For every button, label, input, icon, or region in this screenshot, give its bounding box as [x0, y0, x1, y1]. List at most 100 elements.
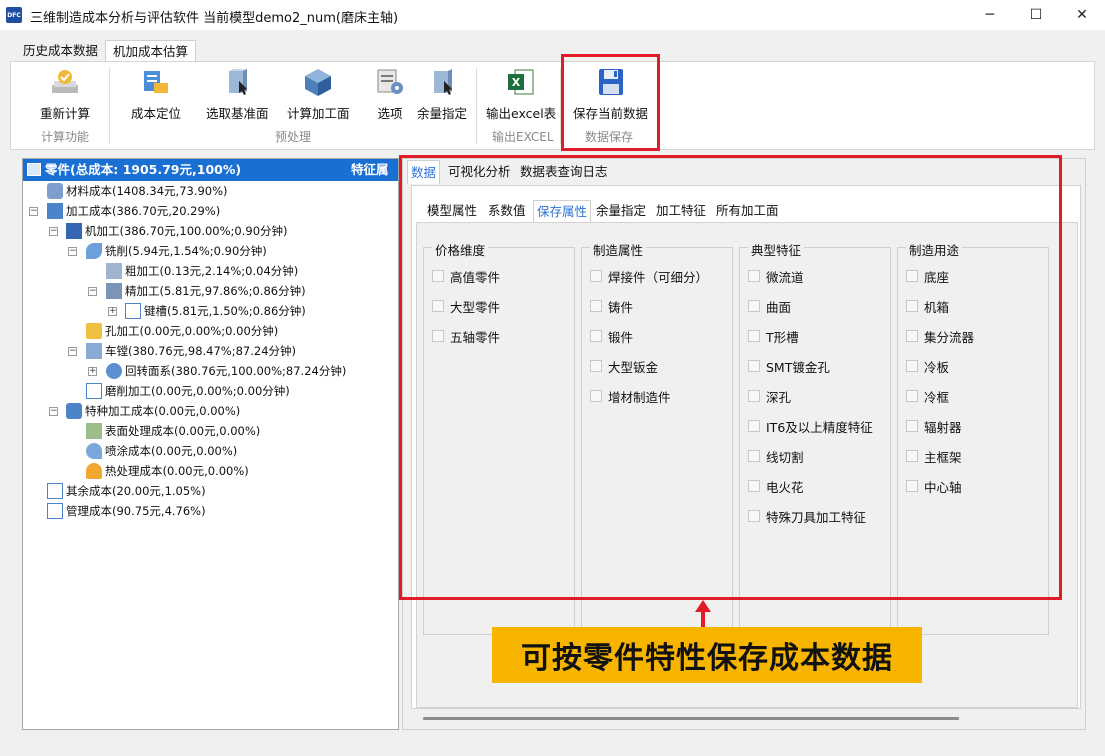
- finish-icon: [106, 283, 122, 299]
- title-bar: DFC 三维制造成本分析与评估软件 当前模型demo2_num(磨床主轴) ─ …: [0, 0, 1105, 30]
- cost-locate-button[interactable]: 成本定位: [131, 66, 181, 122]
- tree-item-label: 孔加工(0.00元,0.00%;0.00分钟): [105, 324, 279, 338]
- tree-item-processing[interactable]: 加工成本(386.70元,20.29%): [47, 201, 220, 221]
- options-icon: [373, 66, 407, 97]
- compute-faces-icon: [301, 66, 335, 97]
- tree-item-material[interactable]: 材料成本(1408.34元,73.90%): [47, 181, 228, 201]
- tree-root-label: 零件(总成本: 1905.79元,100%): [45, 162, 242, 177]
- tree-root[interactable]: 零件(总成本: 1905.79元,100%) 特征属: [23, 159, 398, 181]
- grinding-icon: [86, 383, 102, 399]
- ribbon-divider: [476, 68, 477, 144]
- tree-item-label: 特种加工成本(0.00元,0.00%): [85, 404, 241, 418]
- tree-item-heat[interactable]: 热处理成本(0.00元,0.00%): [86, 461, 249, 481]
- processing-icon: [47, 203, 63, 219]
- tree-item-label: 车镗(380.76元,98.47%;87.24分钟): [105, 344, 297, 358]
- group-calc-label: 计算功能: [41, 130, 90, 144]
- minimize-button[interactable]: ─: [967, 0, 1013, 30]
- annotation-callout: 可按零件特性保存成本数据: [492, 627, 922, 683]
- tree-item-management[interactable]: 管理成本(90.75元,4.76%): [47, 501, 206, 521]
- turning-icon: [86, 343, 102, 359]
- tree-item-label: 磨削加工(0.00元,0.00%;0.00分钟): [105, 384, 290, 398]
- tree-item-other[interactable]: 其余成本(20.00元,1.05%): [47, 481, 206, 501]
- group-export-label: 输出EXCEL: [492, 130, 554, 144]
- material-icon: [47, 183, 63, 199]
- tree-item-label: 机加工(386.70元,100.00%;0.90分钟): [85, 224, 288, 238]
- group-preprocess-label: 预处理: [275, 130, 312, 144]
- other-cost-icon: [47, 483, 63, 499]
- tree-item-rotary[interactable]: 回转面系(380.76元,100.00%;87.24分钟): [106, 361, 346, 381]
- cost-locate-label: 成本定位: [131, 106, 182, 121]
- surface-icon: [86, 423, 102, 439]
- maximize-button[interactable]: ☐: [1013, 0, 1059, 30]
- recalculate-button[interactable]: 重新计算: [40, 66, 90, 122]
- tree-item-drilling[interactable]: 孔加工(0.00元,0.00%;0.00分钟): [86, 321, 278, 341]
- tab-machining-estimate[interactable]: 机加成本估算: [105, 40, 197, 62]
- ribbon-divider: [109, 68, 110, 144]
- tree-item-spray[interactable]: 喷涂成本(0.00元,0.00%): [86, 441, 237, 461]
- tree-item-label: 回转面系(380.76元,100.00%;87.24分钟): [125, 364, 347, 378]
- horizontal-scrollbar[interactable]: [409, 711, 1081, 725]
- tree-item-turning[interactable]: 车镗(380.76元,98.47%;87.24分钟): [86, 341, 296, 361]
- tree-item-label: 热处理成本(0.00元,0.00%): [105, 464, 249, 478]
- tree-item-label: 精加工(5.81元,97.86%;0.86分钟): [125, 284, 306, 298]
- window-title: 三维制造成本分析与评估软件 当前模型demo2_num(磨床主轴): [30, 11, 399, 26]
- ribbon-tab-bar: 历史成本数据 机加成本估算: [0, 40, 1105, 62]
- compute-faces-button[interactable]: 计算加工面: [287, 66, 350, 122]
- tree-item-machining[interactable]: 机加工(386.70元,100.00%;0.90分钟): [66, 221, 288, 241]
- excel-icon: X: [504, 66, 538, 97]
- tree-item-milling[interactable]: 铣削(5.94元,1.54%;0.90分钟): [86, 241, 267, 261]
- close-button[interactable]: ✕: [1059, 0, 1105, 30]
- collapse-toggle[interactable]: −: [49, 227, 58, 236]
- tree-item-label: 粗加工(0.13元,2.14%;0.04分钟): [125, 264, 299, 278]
- options-label: 选项: [377, 106, 403, 121]
- allowance-label: 余量指定: [417, 106, 468, 121]
- tree-item-label: 铣削(5.94元,1.54%;0.90分钟): [105, 244, 267, 258]
- rough-icon: [106, 263, 122, 279]
- heat-icon: [86, 463, 102, 479]
- tree-item-keyway[interactable]: 键槽(5.81元,1.50%;0.86分钟): [125, 301, 306, 321]
- app-logo-icon: DFC: [6, 7, 22, 23]
- tree-item-label: 表面处理成本(0.00元,0.00%): [105, 424, 261, 438]
- export-excel-button[interactable]: X 输出excel表: [486, 66, 556, 122]
- compute-faces-label: 计算加工面: [287, 106, 350, 121]
- cost-locate-icon: [139, 66, 173, 97]
- cost-tree: 零件(总成本: 1905.79元,100%) 特征属 材料成本(1408.34元…: [22, 158, 399, 730]
- options-button[interactable]: 选项: [373, 66, 407, 122]
- select-datum-button[interactable]: 选取基准面: [206, 66, 269, 122]
- expand-toggle[interactable]: +: [88, 367, 97, 376]
- collapse-toggle[interactable]: −: [88, 287, 97, 296]
- export-excel-label: 输出excel表: [486, 106, 557, 121]
- collapse-toggle[interactable]: −: [49, 407, 58, 416]
- highlight-save-attrs: [399, 155, 1062, 600]
- spray-icon: [86, 443, 102, 459]
- tree-item-label: 加工成本(386.70元,20.29%): [66, 204, 221, 218]
- tree-item-rough[interactable]: 粗加工(0.13元,2.14%;0.04分钟): [106, 261, 298, 281]
- tree-item-finish[interactable]: 精加工(5.81元,97.86%;0.86分钟): [106, 281, 306, 301]
- tree-item-label: 喷涂成本(0.00元,0.00%): [105, 444, 238, 458]
- allowance-button[interactable]: 余量指定: [417, 66, 467, 122]
- management-icon: [47, 503, 63, 519]
- select-datum-label: 选取基准面: [206, 106, 269, 121]
- tree-item-label: 管理成本(90.75元,4.76%): [66, 504, 206, 518]
- recalculate-label: 重新计算: [40, 106, 91, 121]
- allowance-icon: [425, 66, 459, 97]
- collapse-toggle[interactable]: −: [68, 347, 77, 356]
- rotary-icon: [106, 363, 122, 379]
- tree-item-grinding[interactable]: 磨削加工(0.00元,0.00%;0.00分钟): [86, 381, 290, 401]
- tree-item-surface[interactable]: 表面处理成本(0.00元,0.00%): [86, 421, 260, 441]
- tree-item-special[interactable]: 特种加工成本(0.00元,0.00%): [66, 401, 240, 421]
- milling-icon: [86, 243, 102, 259]
- tree-item-label: 材料成本(1408.34元,73.90%): [66, 184, 228, 198]
- recalculate-icon: [48, 66, 82, 97]
- collapse-toggle[interactable]: −: [68, 247, 77, 256]
- drilling-icon: [86, 323, 102, 339]
- expand-toggle[interactable]: +: [108, 307, 117, 316]
- ribbon: 重新计算 计算功能 成本定位 选取基准面 计算加工面 选项 余量指定 预处理 X…: [10, 61, 1095, 150]
- machining-icon: [66, 223, 82, 239]
- keyway-icon: [125, 303, 141, 319]
- collapse-toggle[interactable]: −: [29, 207, 38, 216]
- select-datum-icon: [220, 66, 254, 97]
- tab-history-cost[interactable]: 历史成本数据: [16, 40, 105, 62]
- scrollbar-thumb[interactable]: [423, 717, 959, 720]
- highlight-save-button: [561, 54, 660, 151]
